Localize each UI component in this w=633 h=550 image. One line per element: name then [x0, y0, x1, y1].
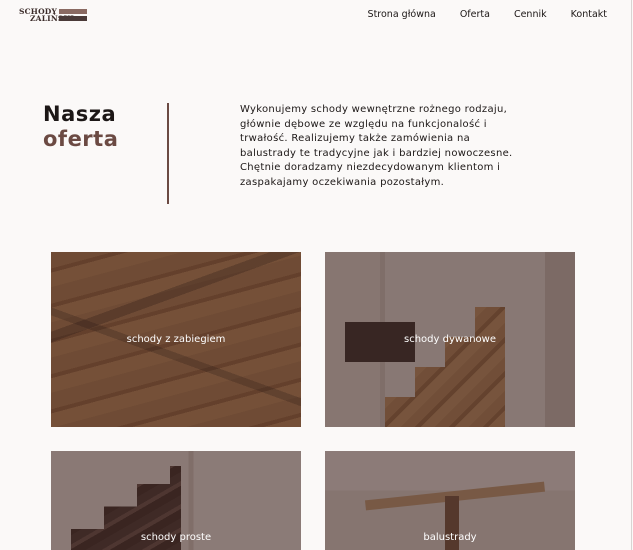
card-label: schody proste [140, 532, 212, 543]
card-label: schody dywanowe [404, 334, 496, 345]
section-heading: Nasza oferta [43, 102, 118, 152]
intro-text: Wykonujemy schody wewnętrzne rożnego rod… [240, 104, 513, 188]
card-label: schody z zabiegiem [126, 334, 226, 345]
heading-divider [167, 103, 169, 204]
offer-card-carpet-stairs[interactable]: schody dywanowe [325, 252, 575, 427]
main-nav: Strona główna Oferta Cennik Kontakt [368, 9, 607, 20]
logo-bar-bottom [59, 16, 87, 21]
nav-item-pricing[interactable]: Cennik [514, 9, 547, 20]
heading-line-1: Nasza [43, 102, 117, 126]
offer-card-straight-stairs[interactable]: schody proste [51, 451, 301, 550]
nav-item-home[interactable]: Strona główna [368, 9, 436, 20]
logo[interactable]: SCHODY ZALIŃSKI [19, 7, 89, 23]
scrollbar-edge [631, 0, 632, 550]
heading-line-2: oferta [43, 127, 119, 151]
nav-item-contact[interactable]: Kontakt [571, 9, 607, 20]
page: SCHODY ZALIŃSKI Strona główna Oferta Cen… [0, 0, 633, 550]
card-label: balustrady [423, 532, 477, 543]
offer-card-balustrades[interactable]: balustrady [325, 451, 575, 550]
nav-item-offer[interactable]: Oferta [460, 9, 490, 20]
offer-card-winder-stairs[interactable]: schody z zabiegiem [51, 252, 301, 427]
